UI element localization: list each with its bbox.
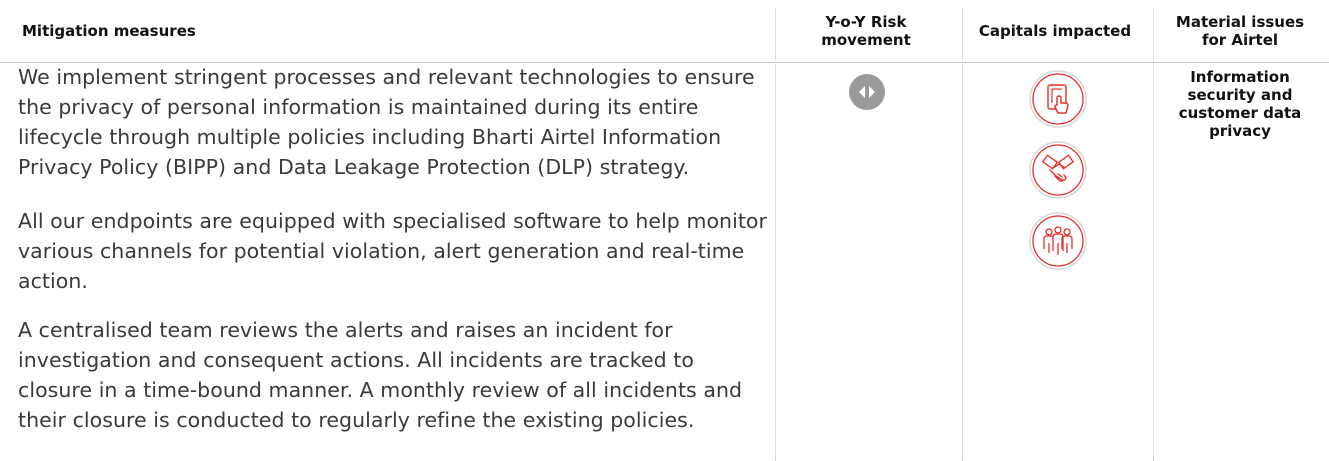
- header-capitals-label: Capitals impacted: [978, 22, 1132, 40]
- risk-unchanged-icon: [849, 74, 885, 110]
- material-issue-line4: privacy: [1209, 122, 1271, 140]
- header-risk-label: Y-o-Y Risk movement: [821, 13, 911, 49]
- header-material-line1: Material issues: [1175, 13, 1305, 31]
- column-divider: [1153, 8, 1155, 461]
- header-mitigation-label: Mitigation measures: [22, 22, 196, 40]
- header-material-issues: Material issues for Airtel: [1160, 0, 1320, 62]
- mitigation-paragraph-3: A centralised team reviews the alerts an…: [18, 318, 743, 432]
- mitigation-paragraph-1: We implement stringent processes and rel…: [18, 65, 755, 179]
- header-capitals-impacted: Capitals impacted: [960, 0, 1150, 62]
- header-material-line2: for Airtel: [1201, 31, 1279, 49]
- material-issue-line1: Information: [1190, 68, 1290, 86]
- risk-table: Mitigation measures Y-o-Y Risk movement …: [0, 0, 1329, 461]
- header-risk-line1: Y-o-Y Risk: [825, 13, 907, 31]
- column-divider: [962, 8, 964, 461]
- header-risk-line2: movement: [821, 31, 911, 49]
- header-risk-movement: Y-o-Y Risk movement: [778, 0, 954, 62]
- material-issue-line2: security and: [1187, 86, 1293, 104]
- people-group-icon: [1028, 211, 1088, 271]
- material-issue-text: Information security and customer data p…: [1160, 68, 1320, 140]
- handshake-icon: [1028, 140, 1088, 200]
- material-issue-line3: customer data: [1178, 104, 1302, 122]
- mitigation-paragraph-2: All our endpoints are equipped with spec…: [18, 209, 767, 293]
- column-divider: [775, 8, 777, 461]
- header-mitigation-measures: Mitigation measures: [22, 0, 422, 62]
- header-material-label: Material issues for Airtel: [1176, 13, 1304, 49]
- digital-touch-icon: [1028, 69, 1088, 129]
